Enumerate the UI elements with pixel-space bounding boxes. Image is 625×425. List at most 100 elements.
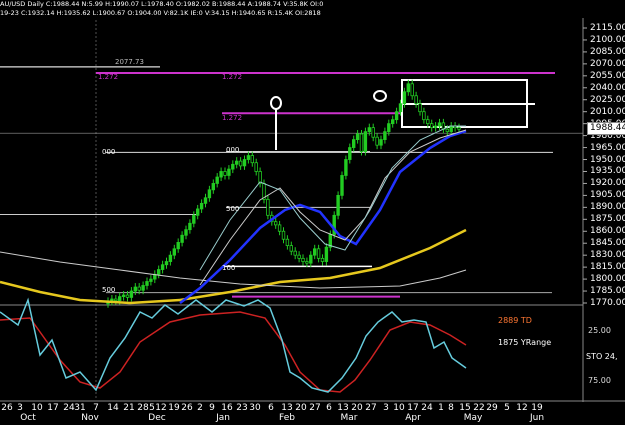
yrange-label: 1875 YRange bbox=[498, 338, 552, 347]
fib-label-4: 000 bbox=[102, 148, 116, 156]
candle-body bbox=[375, 136, 379, 146]
date-tick-label: 10 bbox=[31, 403, 43, 413]
date-tick-label: 20 bbox=[295, 403, 307, 413]
date-tick-label: 22 bbox=[473, 403, 485, 413]
candle-body bbox=[207, 189, 212, 199]
date-tick-label: 9 bbox=[209, 403, 215, 413]
price-tick-label: 1875.00 bbox=[590, 214, 625, 225]
candle-body bbox=[192, 214, 196, 224]
candle-body bbox=[394, 111, 399, 121]
ma-blue-line bbox=[179, 129, 467, 304]
candle-body bbox=[301, 257, 305, 262]
price-tick-label: 2070.00 bbox=[590, 58, 625, 69]
last-price-badge: 1988.44 bbox=[587, 122, 625, 135]
candle-body bbox=[363, 131, 368, 152]
sto-axis-top: 25.00 bbox=[588, 326, 611, 335]
date-tick-label: 31 bbox=[74, 403, 86, 413]
price-tick-label: 1950.00 bbox=[590, 154, 625, 165]
date-tick-label: 5 bbox=[504, 403, 510, 413]
candle-body bbox=[398, 103, 403, 113]
candle-body bbox=[324, 246, 329, 262]
price-tick-label: 1815.00 bbox=[590, 262, 625, 273]
candle-body bbox=[160, 264, 165, 270]
price-tick-label: 1800.00 bbox=[590, 274, 625, 285]
candle-body bbox=[238, 160, 243, 167]
candle-body bbox=[359, 133, 364, 152]
date-tick-label: 27 bbox=[309, 403, 321, 413]
candle-body bbox=[355, 133, 360, 140]
price-chart[interactable] bbox=[0, 0, 625, 425]
price-tick-label: 1785.00 bbox=[590, 286, 625, 297]
candle-body bbox=[429, 123, 434, 129]
date-tick-label: 27 bbox=[365, 403, 377, 413]
candle-body bbox=[367, 127, 371, 133]
month-label: Mar bbox=[340, 413, 358, 423]
date-tick-label: 13 bbox=[337, 403, 349, 413]
date-tick-label: 17 bbox=[407, 403, 419, 413]
date-tick-label: 14 bbox=[107, 403, 119, 413]
candle-body bbox=[449, 125, 453, 133]
header-prior-line: 19-23 C:1932.14 H:1935.62 L:1900.67 O:19… bbox=[0, 9, 321, 17]
date-tick-label: 24 bbox=[63, 403, 75, 413]
date-tick-label: 13 bbox=[281, 403, 293, 413]
candle-body bbox=[145, 281, 149, 286]
fib-label-8: 500 bbox=[102, 286, 116, 294]
price-tick-label: 1770.00 bbox=[590, 298, 625, 308]
candle-body bbox=[266, 198, 270, 216]
fib-label-2: 1.272 bbox=[222, 73, 243, 81]
candle-body bbox=[390, 119, 395, 125]
date-tick-label: 2 bbox=[197, 403, 203, 413]
date-tick-label: 19 bbox=[168, 403, 180, 413]
month-label: May bbox=[463, 413, 483, 423]
price-tick-label: 1830.00 bbox=[590, 250, 625, 261]
candle-body bbox=[418, 103, 422, 113]
sto-axis-bottom: 75.00 bbox=[588, 376, 611, 385]
candle-body bbox=[199, 202, 204, 210]
price-tick-label: 1905.00 bbox=[590, 190, 625, 201]
date-tick-label: 12 bbox=[516, 403, 528, 413]
header-quote-line: AU/USD Daily C:1988.44 N:5.99 H:1990.07 … bbox=[0, 0, 324, 8]
price-tick-label: 1845.00 bbox=[590, 238, 625, 249]
candle-body bbox=[137, 286, 141, 291]
price-tick-label: 2115.00 bbox=[590, 23, 625, 33]
candle-body bbox=[184, 229, 188, 236]
candle-body bbox=[121, 294, 126, 298]
candle-body bbox=[231, 163, 235, 170]
candle-body bbox=[344, 159, 348, 176]
date-tick-label: 12 bbox=[155, 403, 167, 413]
price-tick-label: 2100.00 bbox=[590, 34, 625, 45]
date-tick-label: 28 bbox=[137, 403, 149, 413]
date-tick-label: 1 bbox=[438, 403, 444, 413]
date-tick-label: 8 bbox=[448, 403, 454, 413]
candle-body bbox=[445, 128, 449, 133]
month-label: Nov bbox=[81, 413, 99, 423]
price-tick-label: 2010.00 bbox=[590, 106, 625, 117]
date-tick-label: 26 bbox=[181, 403, 193, 413]
candle-body bbox=[309, 254, 313, 264]
candle-body bbox=[297, 254, 301, 259]
date-tick-label: 6 bbox=[268, 403, 274, 413]
fib-label-5: 000 bbox=[226, 146, 240, 154]
month-label: Feb bbox=[279, 413, 295, 423]
candle-body bbox=[351, 139, 356, 148]
candle-body bbox=[227, 168, 231, 176]
candle-body bbox=[414, 95, 418, 105]
date-tick-label: 3 bbox=[17, 403, 23, 413]
date-tick-label: 5 bbox=[149, 403, 155, 413]
candle-body bbox=[305, 261, 309, 264]
candle-body bbox=[336, 194, 340, 216]
month-label: Apr bbox=[405, 413, 421, 423]
date-tick-label: 21 bbox=[123, 403, 135, 413]
date-tick-label: 29 bbox=[486, 403, 498, 413]
candle-body bbox=[188, 222, 192, 231]
fib-label-6: 500 bbox=[226, 205, 240, 213]
candle-body bbox=[316, 248, 321, 259]
month-label: Jan bbox=[216, 413, 230, 423]
candle-body bbox=[250, 155, 254, 164]
candle-body bbox=[433, 125, 438, 129]
date-tick-label: 17 bbox=[47, 403, 59, 413]
candle-body bbox=[289, 245, 293, 252]
candle-body bbox=[281, 230, 286, 240]
sto-line bbox=[0, 297, 467, 393]
candle-body bbox=[293, 250, 297, 256]
